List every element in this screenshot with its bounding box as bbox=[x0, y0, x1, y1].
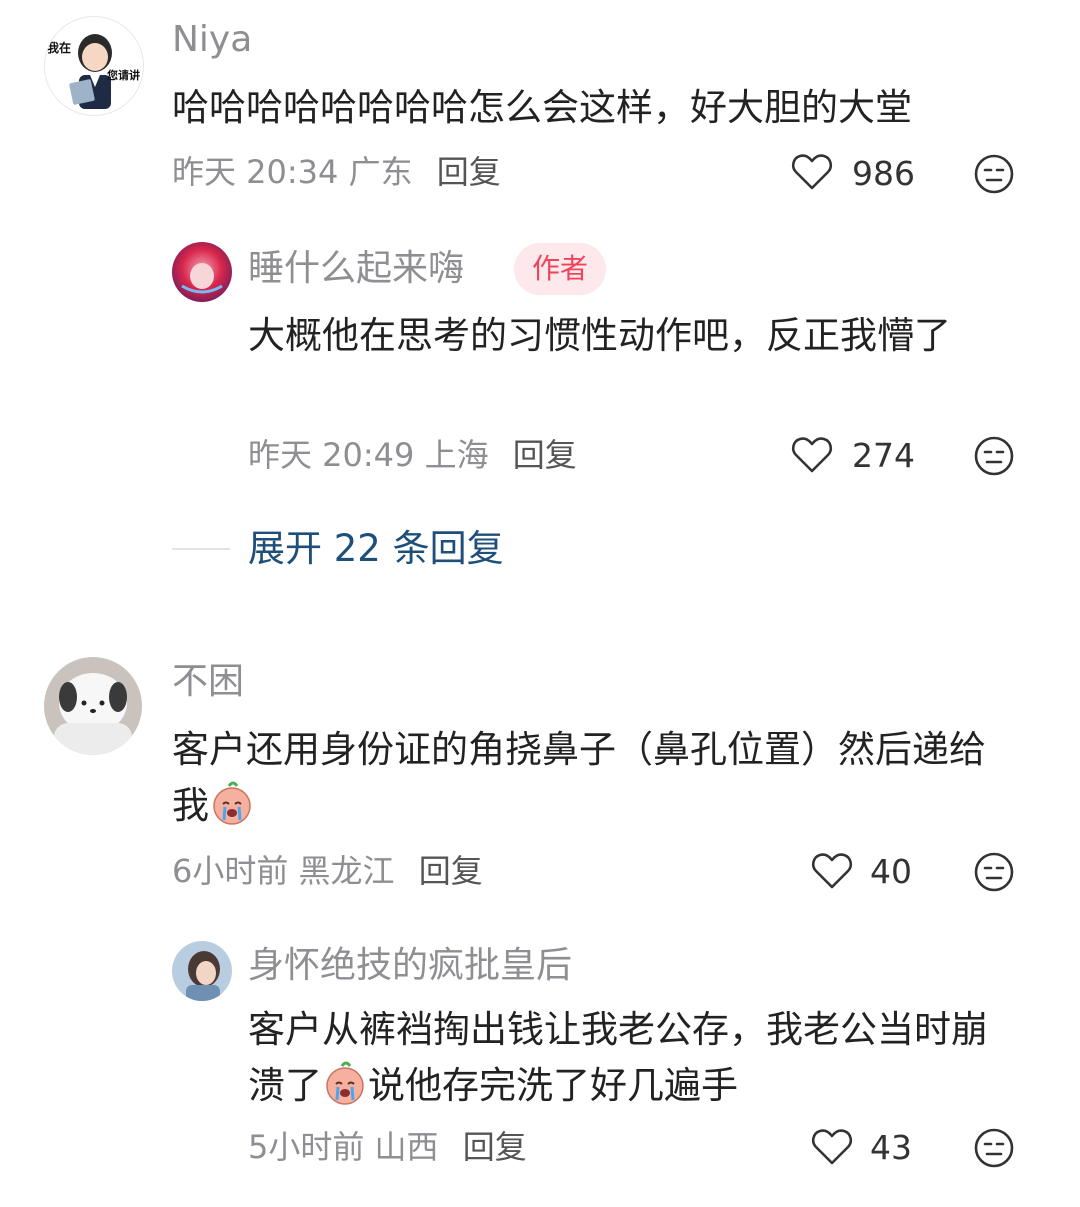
comment-text: 客户还用身份证的角挠鼻子（鼻孔位置）然后递给我 bbox=[172, 722, 1022, 834]
expand-divider bbox=[172, 548, 230, 550]
username[interactable]: Niya bbox=[172, 18, 252, 62]
location: 黑龙江 bbox=[298, 852, 395, 890]
meh-face-icon bbox=[974, 154, 1014, 194]
avatar-image bbox=[44, 657, 142, 755]
comment-meta: 昨天 20:34 广东 回复 bbox=[172, 152, 501, 192]
reply-button[interactable]: 回复 bbox=[513, 436, 577, 474]
timestamp: 昨天 20:34 bbox=[172, 153, 339, 191]
comment-text: 大概他在思考的习惯性动作吧，反正我懵了 bbox=[248, 314, 951, 357]
avatar-image bbox=[45, 17, 143, 115]
comment-meta: 昨天 20:49 上海 回复 bbox=[248, 435, 577, 475]
avatar[interactable] bbox=[44, 657, 142, 755]
comment-text: 客户从裤裆掏出钱让我老公存，我老公当时崩溃了 说他存完洗了好几遍手 bbox=[248, 1002, 1018, 1114]
reply-button[interactable]: 回复 bbox=[437, 153, 501, 191]
like-button[interactable] bbox=[790, 150, 838, 198]
avatar[interactable]: 我在 您请讲 bbox=[44, 16, 144, 116]
dislike-button[interactable] bbox=[972, 850, 1016, 894]
like-button[interactable] bbox=[810, 1125, 858, 1173]
meh-face-icon bbox=[974, 436, 1014, 476]
username[interactable]: 不困 bbox=[172, 660, 244, 704]
heart-outline-icon bbox=[811, 1129, 853, 1165]
crying-face-emoji bbox=[326, 1061, 364, 1105]
timestamp: 5小时前 bbox=[248, 1128, 365, 1166]
meh-face-icon bbox=[974, 852, 1014, 892]
username[interactable]: 睡什么起来嗨 bbox=[248, 247, 464, 291]
username[interactable]: 身怀绝技的疯批皇后 bbox=[248, 944, 572, 988]
avatar[interactable] bbox=[172, 242, 232, 302]
timestamp: 昨天 20:49 bbox=[248, 436, 415, 474]
like-button[interactable] bbox=[790, 433, 838, 481]
dislike-button[interactable] bbox=[972, 434, 1016, 478]
meh-face-icon bbox=[974, 1128, 1014, 1168]
like-button[interactable] bbox=[810, 849, 858, 897]
location: 山西 bbox=[374, 1128, 439, 1166]
avatar[interactable] bbox=[172, 941, 232, 1001]
avatar-image bbox=[172, 242, 232, 302]
comment-text: 哈哈哈哈哈哈哈哈怎么会这样，好大胆的大堂 bbox=[172, 86, 912, 129]
like-count: 274 bbox=[852, 436, 915, 475]
like-count: 43 bbox=[870, 1128, 912, 1167]
avatar-text-left: 我在 bbox=[47, 41, 72, 55]
avatar-image bbox=[172, 941, 232, 1001]
comment-text-tail: 说他存完洗了好几遍手 bbox=[368, 1064, 738, 1107]
like-count: 40 bbox=[870, 852, 912, 891]
heart-outline-icon bbox=[791, 437, 833, 473]
dislike-button[interactable] bbox=[972, 1126, 1016, 1170]
location: 上海 bbox=[424, 436, 489, 474]
heart-outline-icon bbox=[811, 853, 853, 889]
reply-button[interactable]: 回复 bbox=[419, 852, 483, 890]
author-badge: 作者 bbox=[514, 243, 607, 295]
heart-outline-icon bbox=[791, 154, 833, 190]
location: 广东 bbox=[348, 153, 413, 191]
timestamp: 6小时前 bbox=[172, 852, 289, 890]
avatar-text-right: 您请讲 bbox=[107, 69, 140, 82]
like-count: 986 bbox=[852, 154, 915, 193]
expand-replies-link[interactable]: 展开 22 条回复 bbox=[248, 526, 504, 572]
reply-button[interactable]: 回复 bbox=[463, 1128, 527, 1166]
comment-text-body: 客户还用身份证的角挠鼻子（鼻孔位置）然后递给我 bbox=[172, 728, 986, 827]
comment-meta: 5小时前 山西 回复 bbox=[248, 1127, 527, 1167]
dislike-button[interactable] bbox=[972, 152, 1016, 196]
crying-face-emoji bbox=[213, 781, 251, 825]
comment-meta: 6小时前 黑龙江 回复 bbox=[172, 851, 483, 891]
